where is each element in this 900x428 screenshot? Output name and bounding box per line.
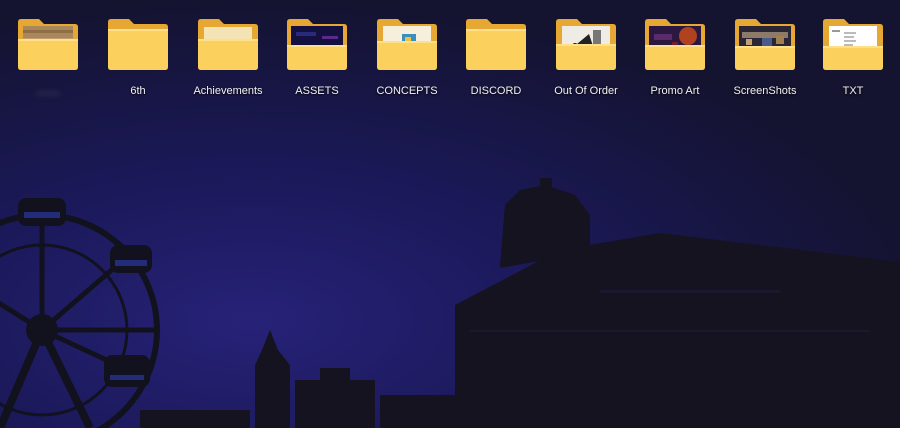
folder-item[interactable]: Achievements: [185, 6, 271, 106]
folder-label: Achievements: [193, 85, 263, 97]
folder-item[interactable]: ........: [5, 6, 91, 106]
folder-with-photo-icon: [18, 19, 78, 70]
folder-with-dark-preview-icon: [287, 19, 347, 70]
folder-label: ........: [35, 85, 61, 97]
folder-label: ScreenShots: [733, 85, 797, 97]
folder-icon: [466, 19, 526, 70]
folder-item[interactable]: ScreenShots: [722, 6, 808, 106]
folder-label: TXT: [842, 85, 864, 97]
folder-label: 6th: [130, 85, 146, 97]
folder-with-screenshot-preview-icon: [735, 19, 795, 70]
folder-label: DISCORD: [470, 85, 522, 97]
folder-label: ASSETS: [295, 85, 339, 97]
folder-icon: [198, 19, 258, 70]
folder-item[interactable]: ASSETS: [274, 6, 360, 106]
folder-item[interactable]: Promo Art: [632, 6, 718, 106]
folder-label: CONCEPTS: [376, 85, 438, 97]
folder-item[interactable]: TXT: [810, 6, 896, 106]
folder-item[interactable]: CONCEPTS: [364, 6, 450, 106]
folder-label: Promo Art: [650, 85, 700, 97]
folder-with-art-preview-icon: [645, 19, 705, 70]
folder-item[interactable]: Out Of Order: [543, 6, 629, 106]
folder-item[interactable]: 6th: [95, 6, 181, 106]
desktop-icon-area: ........ 6th Achievements ASSETS CONCEPT…: [0, 0, 900, 110]
folder-with-images-icon: [377, 19, 437, 70]
folder-icon: [108, 19, 168, 70]
folder-label: Out Of Order: [554, 85, 618, 97]
folder-with-document-preview-icon: [823, 19, 883, 70]
folder-item[interactable]: DISCORD: [453, 6, 539, 106]
folder-with-images-icon: [556, 19, 616, 70]
